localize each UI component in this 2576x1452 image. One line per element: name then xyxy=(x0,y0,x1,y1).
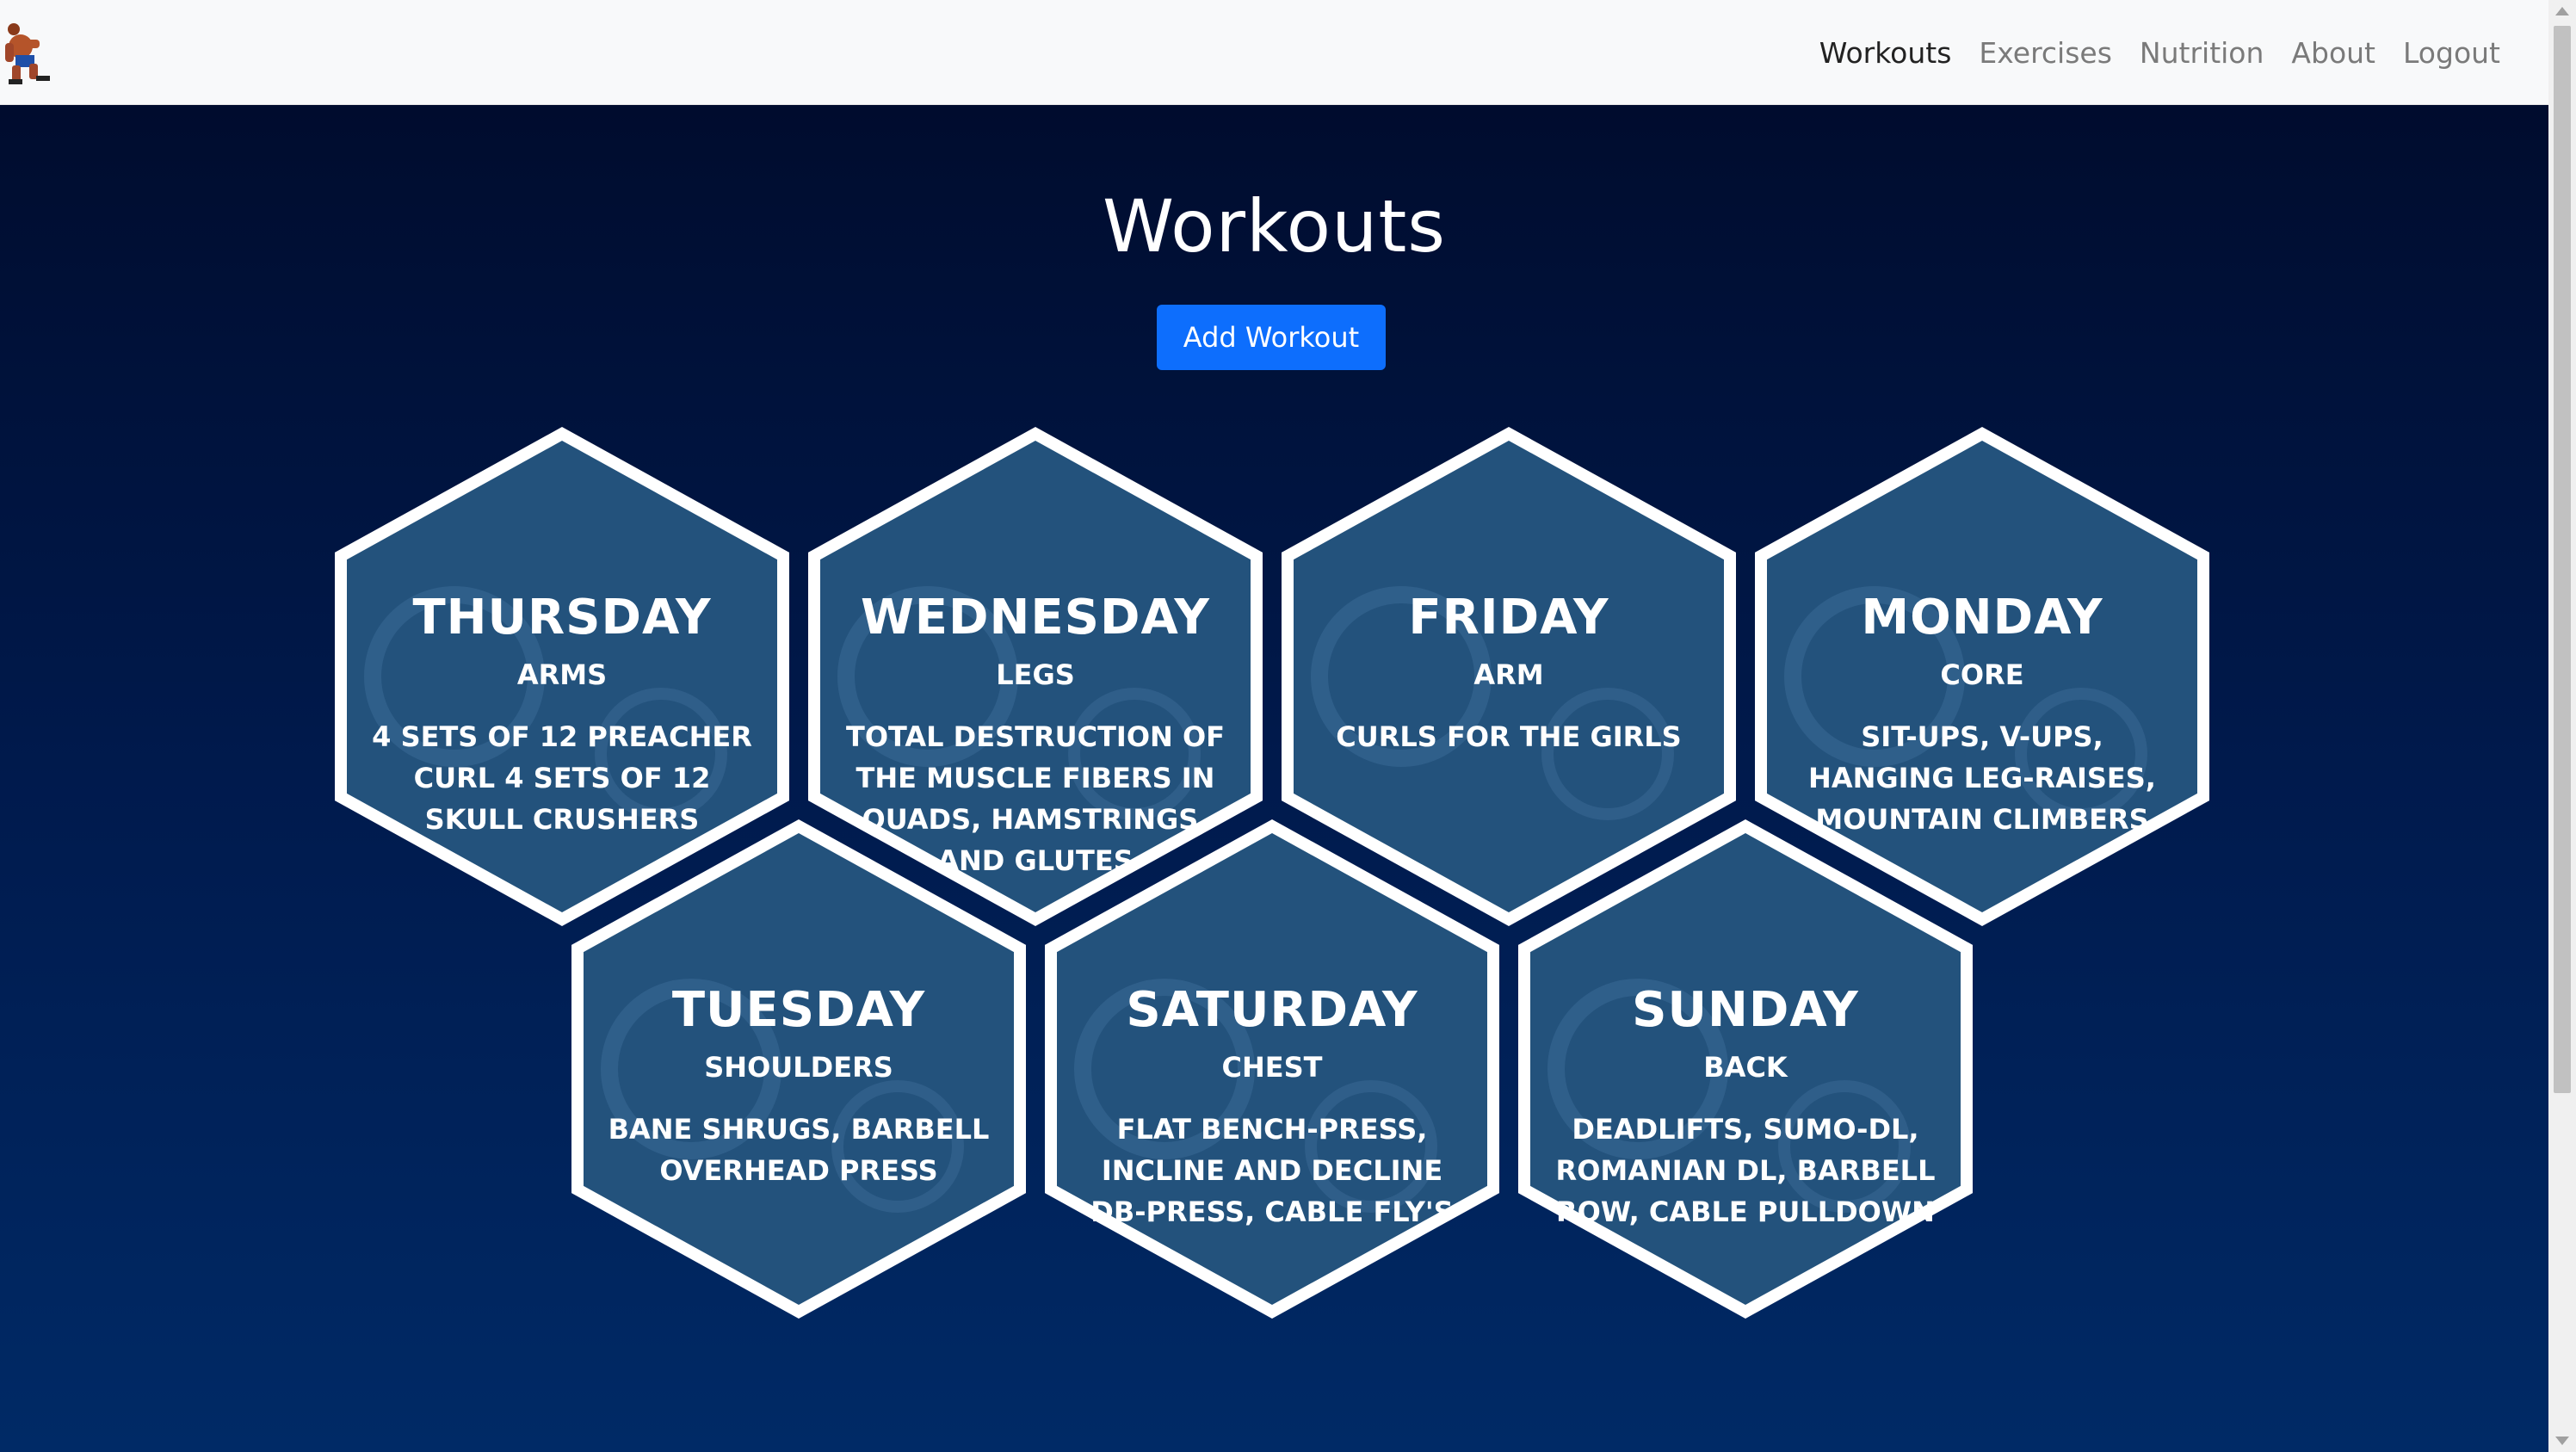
workout-description: CURLS FOR THE GIRLS xyxy=(1336,720,1682,753)
workout-card-tuesday[interactable]: TUESDAY SHOULDERS BANE SHRUGS, BARBELL O… xyxy=(571,819,1027,1319)
nav-exercises[interactable]: Exercises xyxy=(1965,36,2126,70)
workout-day: MONDAY xyxy=(1861,590,2103,646)
workout-group: CORE xyxy=(1940,658,2024,691)
workout-card-sunday[interactable]: SUNDAY BACK DEADLIFTS, SUMO-DL, ROMANIAN… xyxy=(1517,819,1974,1319)
brand-logo[interactable] xyxy=(2,21,52,84)
top-navbar: Workouts Exercises Nutrition About Logou… xyxy=(0,0,2548,105)
nav-nutrition[interactable]: Nutrition xyxy=(2126,36,2278,70)
scroll-thumb[interactable] xyxy=(2554,26,2571,1093)
workout-day: WEDNESDAY xyxy=(861,590,1210,646)
workout-group: SHOULDERS xyxy=(704,1051,893,1084)
workout-group: ARM xyxy=(1473,658,1544,691)
nav-about[interactable]: About xyxy=(2277,36,2389,70)
workout-description: FLAT BENCH-PRESS, INCLINE AND DECLINE DB… xyxy=(1090,1113,1454,1228)
add-workout-button[interactable]: Add Workout xyxy=(1157,305,1386,370)
workout-day: SUNDAY xyxy=(1632,982,1859,1038)
main-content: Workouts Add Workout THURSDAY ARMS 4 SET… xyxy=(0,105,2548,1452)
workout-day: SATURDAY xyxy=(1126,982,1418,1038)
page-title: Workouts xyxy=(1102,184,1447,269)
workout-day: FRIDAY xyxy=(1408,590,1609,646)
workout-group: CHEST xyxy=(1221,1051,1323,1084)
nav-logout[interactable]: Logout xyxy=(2389,36,2514,70)
vertical-scrollbar[interactable] xyxy=(2548,0,2576,1452)
bodybuilder-logo-icon xyxy=(5,23,50,84)
workout-group: LEGS xyxy=(996,658,1075,691)
workout-day: TUESDAY xyxy=(671,982,926,1038)
scroll-up-icon[interactable] xyxy=(2555,7,2569,15)
workout-description: BANE SHRUGS, BARBELL OVERHEAD PRESS xyxy=(608,1113,990,1187)
nav-links: Workouts Exercises Nutrition About Logou… xyxy=(1806,0,2514,105)
workout-group: ARMS xyxy=(516,658,608,691)
scroll-down-icon[interactable] xyxy=(2555,1437,2569,1445)
workout-description: DEADLIFTS, SUMO-DL, ROMANIAN DL, BARBELL… xyxy=(1555,1113,1936,1228)
nav-workouts[interactable]: Workouts xyxy=(1806,36,1966,70)
workout-group: BACK xyxy=(1703,1051,1788,1084)
workout-card-saturday[interactable]: SATURDAY CHEST FLAT BENCH-PRESS, INCLINE… xyxy=(1044,819,1500,1319)
workout-day: THURSDAY xyxy=(412,590,712,646)
